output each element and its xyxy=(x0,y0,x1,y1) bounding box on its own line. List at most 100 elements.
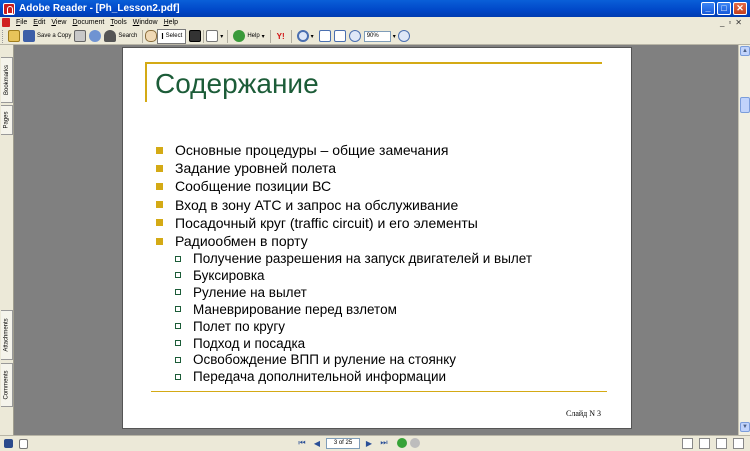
single-page-icon[interactable] xyxy=(682,438,693,449)
pdf-page: Содержание Основные процедуры – общие за… xyxy=(122,47,632,429)
tab-bookmarks[interactable]: Bookmarks xyxy=(1,57,13,103)
doc-restore-button[interactable]: ▫ xyxy=(728,18,731,27)
vertical-scrollbar[interactable]: ▲ ▼ xyxy=(738,45,750,435)
navigation-pane: Bookmarks Pages Attachments Comments xyxy=(0,45,14,435)
previous-page-icon[interactable]: ◀ xyxy=(311,437,323,449)
toolbar-separator xyxy=(142,29,144,43)
list-item: Основные процедуры – общие замечания xyxy=(153,141,613,159)
sub-list-item: Передача дополнительной информации xyxy=(153,368,613,385)
bullet-square-icon xyxy=(156,237,163,245)
tab-comments[interactable]: Comments xyxy=(1,363,13,407)
bullet-hollow-square-icon xyxy=(175,272,181,279)
email-icon[interactable] xyxy=(89,30,102,42)
bullet-hollow-square-icon xyxy=(175,340,181,347)
doc-minimize-button[interactable]: _ xyxy=(720,18,724,27)
toolbar-separator xyxy=(269,29,271,43)
menu-document[interactable]: Document xyxy=(69,19,107,26)
tab-comments-label: Comments xyxy=(3,370,10,400)
slide-number: Слайд N 3 xyxy=(565,409,601,418)
title-accent-rule xyxy=(145,62,147,102)
toolbar-grip[interactable] xyxy=(2,29,5,43)
chevron-down-icon[interactable]: ▾ xyxy=(220,33,223,40)
document-properties-icon[interactable] xyxy=(19,438,28,449)
yahoo-toolbar-button[interactable]: Y! xyxy=(273,32,289,41)
floppy-disk-icon xyxy=(23,30,35,42)
page-thumbnails-icon[interactable] xyxy=(4,439,13,448)
chevron-down-icon[interactable]: ▾ xyxy=(393,33,396,40)
close-button[interactable]: ✕ xyxy=(733,2,747,15)
select-tool-button[interactable]: I Select xyxy=(157,28,187,44)
tab-bookmarks-label: Bookmarks xyxy=(3,64,10,96)
menu-edit[interactable]: Edit xyxy=(30,19,48,26)
bullet-hollow-square-icon xyxy=(175,356,181,363)
sub-list-item: Руление на вылет xyxy=(153,284,613,301)
list-item-text: Сообщение позиции ВС xyxy=(175,178,332,195)
chevron-down-icon: ▾ xyxy=(261,33,265,40)
menu-help[interactable]: Help xyxy=(161,19,181,26)
facing-icon[interactable] xyxy=(716,438,727,449)
menu-window[interactable]: Window xyxy=(130,19,161,26)
bullet-hollow-square-icon xyxy=(175,306,181,313)
scrollbar-thumb[interactable] xyxy=(740,97,750,113)
bullet-square-icon xyxy=(156,219,163,227)
scroll-down-icon[interactable]: ▼ xyxy=(740,422,750,432)
go-forward-icon[interactable] xyxy=(410,438,420,448)
first-page-icon[interactable]: ⏮ xyxy=(296,437,308,449)
page-number-field[interactable]: 3 of 25 xyxy=(326,437,360,449)
document-pages-icon[interactable] xyxy=(206,30,219,42)
bullet-hollow-square-icon xyxy=(175,323,181,330)
hand-tool-icon[interactable] xyxy=(145,30,158,42)
next-page-icon[interactable]: ▶ xyxy=(363,437,375,449)
page-navigation: ⏮ ◀ 3 of 25 ▶ ⏭ xyxy=(296,437,420,449)
toolbar-separator xyxy=(203,29,205,43)
sub-list-item: Освобождение ВПП и руление на стоянку xyxy=(153,351,613,368)
menu-view[interactable]: View xyxy=(48,19,69,26)
text-cursor-icon: I xyxy=(161,31,164,41)
top-rule xyxy=(146,62,602,64)
tab-pages[interactable]: Pages xyxy=(1,105,13,135)
minimize-button[interactable]: _ xyxy=(701,2,715,15)
list-item-text: Вход в зону АТС и запрос на обслуживание xyxy=(175,196,459,213)
zoom-in-icon[interactable] xyxy=(397,30,410,42)
search-button[interactable]: Search xyxy=(101,29,140,44)
list-item: Вход в зону АТС и запрос на обслуживание xyxy=(153,196,613,214)
last-page-icon[interactable]: ⏭ xyxy=(378,437,390,449)
list-item: Задание уровней полета xyxy=(153,159,613,177)
chevron-down-icon[interactable]: ▾ xyxy=(311,33,314,40)
continuous-icon[interactable] xyxy=(699,438,710,449)
list-item-text: Радиообмен в порту xyxy=(175,233,308,250)
scroll-up-icon[interactable]: ▲ xyxy=(740,46,750,56)
bullet-square-icon xyxy=(156,201,163,209)
actual-size-icon[interactable] xyxy=(318,30,331,42)
save-copy-button[interactable]: Save a Copy xyxy=(20,29,74,44)
list-item-text: Посадочный круг (traffic circuit) и его … xyxy=(175,214,478,231)
doc-close-button[interactable]: ✕ xyxy=(735,18,742,27)
tab-pages-label: Pages xyxy=(3,111,10,129)
bullet-hollow-square-icon xyxy=(175,373,181,380)
menu-tools[interactable]: Tools xyxy=(107,19,129,26)
zoom-level-field[interactable]: 90% xyxy=(363,30,391,42)
document-icon xyxy=(2,18,10,27)
zoom-out-icon[interactable] xyxy=(348,30,361,42)
help-button[interactable]: Help ▾ xyxy=(230,29,267,44)
menu-bar: File Edit View Document Tools Window Hel… xyxy=(0,17,750,28)
bullet-list: Основные процедуры – общие замечания Зад… xyxy=(153,141,613,385)
toolbar: Save a Copy Search I Select ▾ Help ▾ Y! … xyxy=(0,28,750,45)
go-back-icon[interactable] xyxy=(397,438,407,448)
bottom-rule xyxy=(151,391,607,392)
page-layout-controls xyxy=(682,438,744,449)
zoom-tool-icon[interactable] xyxy=(296,30,309,42)
search-label: Search xyxy=(118,33,138,39)
menu-file[interactable]: File xyxy=(13,19,30,26)
tab-attachments[interactable]: Attachments xyxy=(1,310,13,360)
open-folder-icon[interactable] xyxy=(8,30,20,42)
list-item: Сообщение позиции ВС xyxy=(153,177,613,195)
continuous-facing-icon[interactable] xyxy=(733,438,744,449)
fit-page-icon[interactable] xyxy=(333,30,346,42)
maximize-button[interactable]: □ xyxy=(717,2,731,15)
sub-list-item: Получение разрешения на запуск двигателе… xyxy=(153,250,613,267)
snapshot-camera-icon[interactable] xyxy=(189,30,202,42)
title-bar: Adobe Reader - [Ph_Lesson2.pdf] _ □ ✕ xyxy=(0,0,750,17)
sub-list-item-text: Получение разрешения на запуск двигателе… xyxy=(193,251,533,267)
print-icon[interactable] xyxy=(74,30,87,42)
